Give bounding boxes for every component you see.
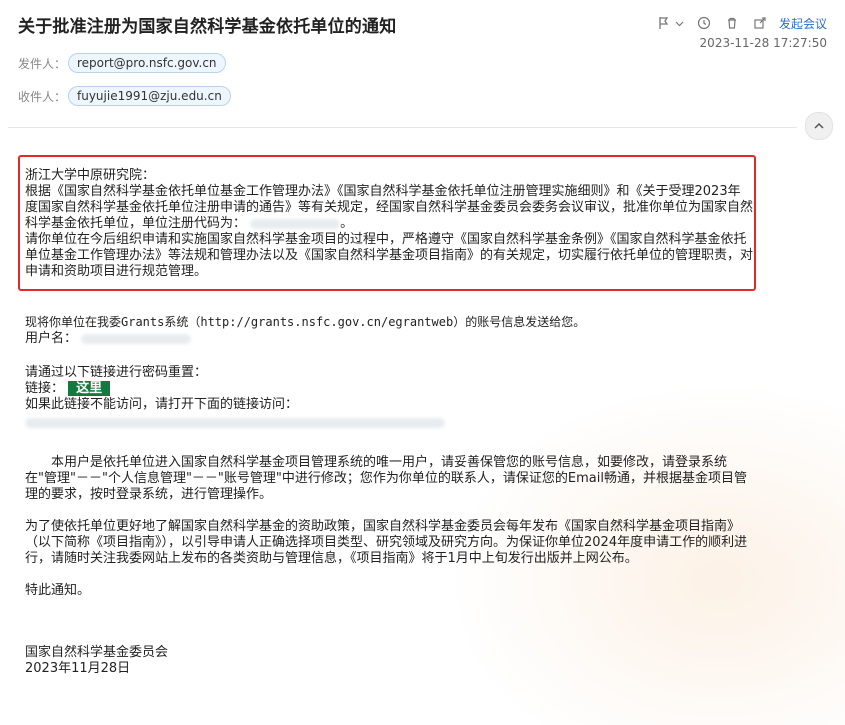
export-icon[interactable]: [751, 14, 769, 32]
responsibility-paragraph: 请你单位在今后组织申请和实施国家自然科学基金项目的过程中，严格遵守《国家自然科学…: [25, 232, 754, 279]
chevron-up-icon: [814, 122, 824, 129]
sender-label: 发件人：: [18, 56, 67, 71]
reset-link-line: 链接： 这里: [25, 381, 753, 397]
flag-icon[interactable]: [655, 14, 673, 32]
email-toolbar: 发起会议: [655, 13, 827, 33]
collapse-header-button[interactable]: [805, 112, 833, 140]
email-body: 浙江大学中原研究院： 根据《国家自然科学基金依托单位基金工作管理办法》《国家自然…: [25, 168, 753, 677]
reset-link-button[interactable]: 这里: [68, 381, 111, 396]
username-line: 用户名：: [25, 331, 753, 347]
fallback-url-line: [25, 415, 753, 431]
approval-text: 根据《国家自然科学基金依托单位基金工作管理办法》《国家自然科学基金依托单位注册管…: [25, 184, 754, 231]
salutation: 浙江大学中原研究院：: [25, 168, 156, 183]
user-notice-paragraph: 本用户是依托单位进入国家自然科学基金项目管理系统的唯一用户，请妥善保管您的账号信…: [25, 455, 747, 502]
link-fallback: 如果此链接不能访问，请打开下面的链接访问：: [25, 397, 299, 412]
clock-icon[interactable]: [695, 14, 713, 32]
link-label: 链接：: [25, 381, 65, 396]
closing-line: 特此通知。: [25, 583, 91, 598]
approval-paragraph: 根据《国家自然科学基金依托单位基金工作管理办法》《国家自然科学基金依托单位注册管…: [25, 184, 754, 231]
account-intro: 现将你单位在我委Grants系统（http://grants.nsfc.gov.…: [25, 315, 586, 329]
email-subject: 关于批准注册为国家自然科学基金依托单位的通知: [18, 17, 397, 37]
recipient-label: 收件人：: [18, 89, 67, 104]
start-meeting-link[interactable]: 发起会议: [779, 15, 827, 32]
recipient-address[interactable]: fuyujie1991@zju.edu.cn: [68, 86, 231, 106]
email-datetime: 2023-11-28 17:27:50: [699, 36, 827, 50]
header-divider: [8, 127, 797, 128]
sender-address[interactable]: report@pro.nsfc.gov.cn: [68, 53, 226, 73]
sender-row: 发件人： report@pro.nsfc.gov.cn: [18, 53, 226, 73]
redacted-fallback-url[interactable]: [25, 417, 445, 428]
reset-intro: 请通过以下链接进行密码重置：: [25, 365, 208, 380]
signature-date: 2023年11月28日: [25, 661, 131, 676]
username-label: 用户名：: [25, 331, 78, 346]
signature-org: 国家自然科学基金委员会: [25, 645, 169, 660]
redacted-username: [81, 333, 192, 344]
redacted-registration-code: [250, 218, 341, 229]
trash-icon[interactable]: [723, 14, 741, 32]
guide-notice-paragraph: 为了使依托单位更好地了解国家自然科学基金的资助政策，国家自然科学基金委员会每年发…: [25, 519, 748, 566]
chevron-down-icon[interactable]: [675, 14, 685, 32]
recipient-row: 收件人： fuyujie1991@zju.edu.cn: [18, 86, 231, 106]
